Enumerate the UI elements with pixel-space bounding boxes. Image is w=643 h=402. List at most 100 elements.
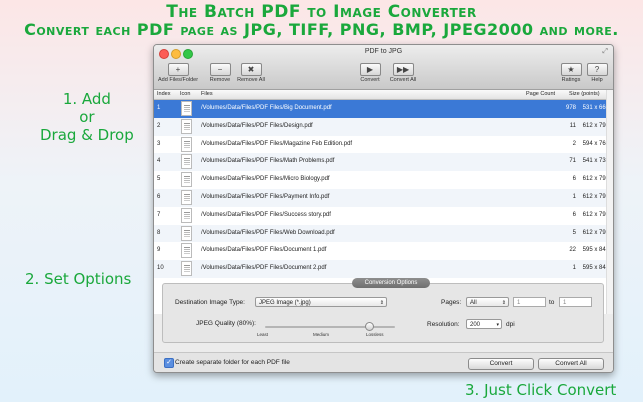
from-page-field[interactable]: 1 bbox=[513, 297, 546, 307]
chevron-updown-icon: ⇕ bbox=[501, 300, 506, 306]
row-index: 1 bbox=[157, 105, 161, 111]
pdf-thumbnail-icon bbox=[181, 225, 192, 241]
add-files-button[interactable]: + Add Files/Folder bbox=[158, 63, 198, 83]
row-page-count: 2 bbox=[572, 140, 576, 147]
help-icon: ? bbox=[586, 63, 608, 76]
help-button[interactable]: ? Help bbox=[586, 63, 608, 83]
row-page-count: 6 bbox=[572, 211, 576, 218]
table-row[interactable]: 7/Volumes/Data/Files/PDF Files/Success s… bbox=[154, 207, 613, 225]
table-scrollbar[interactable] bbox=[606, 90, 613, 314]
row-index: 8 bbox=[157, 229, 161, 236]
table-row[interactable]: 1/Volumes/Data/Files/PDF Files/Big Docum… bbox=[154, 100, 613, 118]
row-file-path: /Volumes/Data/Files/PDF Files/Payment In… bbox=[201, 193, 330, 200]
separate-folder-checkbox[interactable]: ✓ bbox=[164, 358, 174, 368]
row-size: 541 x 731 bbox=[582, 158, 609, 165]
header-size[interactable]: Size (points) bbox=[569, 91, 600, 97]
toolbar-convert-button[interactable]: ▶ Convert bbox=[357, 63, 383, 83]
bottom-bar: ✓ Create separate folder for each PDF fi… bbox=[154, 352, 613, 372]
remove-all-icon: ✖ bbox=[240, 63, 262, 76]
destination-type-label: Destination Image Type: bbox=[175, 299, 245, 306]
convert-button[interactable]: Convert bbox=[468, 358, 534, 370]
minus-icon: − bbox=[209, 63, 231, 76]
star-icon: ★ bbox=[560, 63, 582, 76]
header-files[interactable]: Files bbox=[201, 91, 213, 97]
step-2-caption: 2. Set Options bbox=[25, 270, 132, 288]
pdf-thumbnail-icon bbox=[181, 189, 192, 205]
table-row[interactable]: 5/Volumes/Data/Files/PDF Files/Micro Bio… bbox=[154, 171, 613, 189]
step-1-line-2: or bbox=[79, 108, 95, 126]
toolbar-convert-label: Convert bbox=[360, 77, 380, 83]
tick-least: Least bbox=[257, 332, 269, 337]
pages-value: All bbox=[470, 300, 477, 306]
to-page-field[interactable]: 1 bbox=[559, 297, 592, 307]
convert-all-button[interactable]: Convert All bbox=[538, 358, 604, 370]
row-size: 612 x 792 bbox=[582, 176, 609, 183]
destination-type-value: JPEG Image (*.jpg) bbox=[259, 300, 311, 306]
ratings-label: Ratings bbox=[561, 77, 581, 83]
row-index: 6 bbox=[157, 193, 161, 200]
remove-all-label: Remove All bbox=[237, 77, 265, 83]
chevron-down-icon: ▾ bbox=[496, 322, 499, 328]
toolbar-convert-all-button[interactable]: ▶▶ Convert All bbox=[386, 63, 420, 83]
pdf-thumbnail-icon bbox=[181, 207, 192, 223]
pages-select[interactable]: All ⇕ bbox=[466, 297, 509, 307]
row-file-path: /Volumes/Data/Files/PDF Files/Document 1… bbox=[201, 247, 327, 254]
fullscreen-icon[interactable]: ⤢ bbox=[602, 48, 608, 56]
destination-type-select[interactable]: JPEG Image (*.jpg) ⇕ bbox=[255, 297, 387, 307]
row-size: 612 x 792 bbox=[582, 229, 609, 236]
table-body: 1/Volumes/Data/Files/PDF Files/Big Docum… bbox=[154, 100, 613, 278]
pdf-thumbnail-icon bbox=[181, 101, 192, 116]
table-row[interactable]: 4/Volumes/Data/Files/PDF Files/Math Prob… bbox=[154, 153, 613, 172]
row-file-path: /Volumes/Data/Files/PDF Files/Math Probl… bbox=[201, 158, 335, 165]
headline-title: The Batch PDF to Image Converter bbox=[166, 2, 477, 22]
table-row[interactable]: 10/Volumes/Data/Files/PDF Files/Document… bbox=[154, 260, 613, 278]
resolution-combo[interactable]: 200 ▾ bbox=[466, 319, 502, 329]
row-page-count: 5 bbox=[572, 229, 576, 236]
table-header: Index Icon Files Page Count Size (points… bbox=[154, 90, 613, 100]
row-size: 531 x 666 bbox=[582, 105, 609, 111]
pdf-thumbnail-icon bbox=[181, 118, 192, 134]
header-icon[interactable]: Icon bbox=[180, 91, 190, 97]
window-titlebar: PDF to JPG ⤢ + Add Files/Folder − Remove… bbox=[154, 45, 613, 90]
convert-icon: ▶ bbox=[359, 63, 381, 76]
remove-button[interactable]: − Remove bbox=[207, 63, 233, 83]
header-page-count[interactable]: Page Count bbox=[526, 91, 555, 97]
pages-label: Pages: bbox=[441, 299, 462, 306]
row-size: 595 x 842 bbox=[582, 265, 609, 272]
row-page-count: 71 bbox=[569, 158, 576, 165]
toolbar-convert-all-label: Convert All bbox=[389, 77, 417, 83]
chevron-updown-icon: ⇕ bbox=[379, 300, 384, 306]
pdf-thumbnail-icon bbox=[181, 172, 192, 188]
row-size: 595 x 842 bbox=[582, 247, 609, 254]
tick-medium: Medium bbox=[313, 332, 330, 337]
jpeg-quality-label: JPEG Quality (80%): bbox=[196, 320, 256, 327]
convert-all-icon: ▶▶ bbox=[392, 63, 414, 76]
to-label: to bbox=[549, 299, 555, 306]
table-row[interactable]: 8/Volumes/Data/Files/PDF Files/Web Downl… bbox=[154, 224, 613, 243]
headline-subtitle: Convert each PDF page as JPG, TIFF, PNG,… bbox=[24, 20, 619, 39]
quality-slider-track[interactable] bbox=[265, 326, 395, 328]
conversion-options-panel: Conversion Options Destination Image Typ… bbox=[162, 278, 604, 343]
row-index: 7 bbox=[157, 211, 161, 218]
resolution-value: 200 bbox=[470, 322, 481, 328]
table-row[interactable]: 3/Volumes/Data/Files/PDF Files/Magazine … bbox=[154, 136, 613, 154]
remove-all-button[interactable]: ✖ Remove All bbox=[234, 63, 268, 83]
separate-folder-label: Create separate folder for each PDF file bbox=[175, 359, 290, 366]
row-file-path: /Volumes/Data/Files/PDF Files/Design.pdf bbox=[201, 122, 313, 129]
plus-icon: + bbox=[167, 63, 189, 76]
row-page-count: 1 bbox=[572, 265, 576, 272]
row-index: 2 bbox=[157, 122, 161, 129]
row-file-path: /Volumes/Data/Files/PDF Files/Micro Biol… bbox=[201, 176, 330, 183]
table-row[interactable]: 9/Volumes/Data/Files/PDF Files/Document … bbox=[154, 242, 613, 260]
pdf-thumbnail-icon bbox=[181, 154, 192, 170]
row-size: 612 x 792 bbox=[582, 122, 609, 129]
table-row[interactable]: 6/Volumes/Data/Files/PDF Files/Payment I… bbox=[154, 188, 613, 207]
row-size: 612 x 792 bbox=[582, 211, 609, 218]
quality-slider-knob[interactable] bbox=[364, 322, 374, 331]
header-index[interactable]: Index bbox=[157, 91, 170, 97]
resolution-label: Resolution: bbox=[427, 321, 460, 328]
row-size: 594 x 765 bbox=[582, 140, 609, 147]
row-page-count: 11 bbox=[569, 122, 576, 129]
table-row[interactable]: 2/Volumes/Data/Files/PDF Files/Design.pd… bbox=[154, 117, 613, 136]
ratings-button[interactable]: ★ Ratings bbox=[559, 63, 583, 83]
